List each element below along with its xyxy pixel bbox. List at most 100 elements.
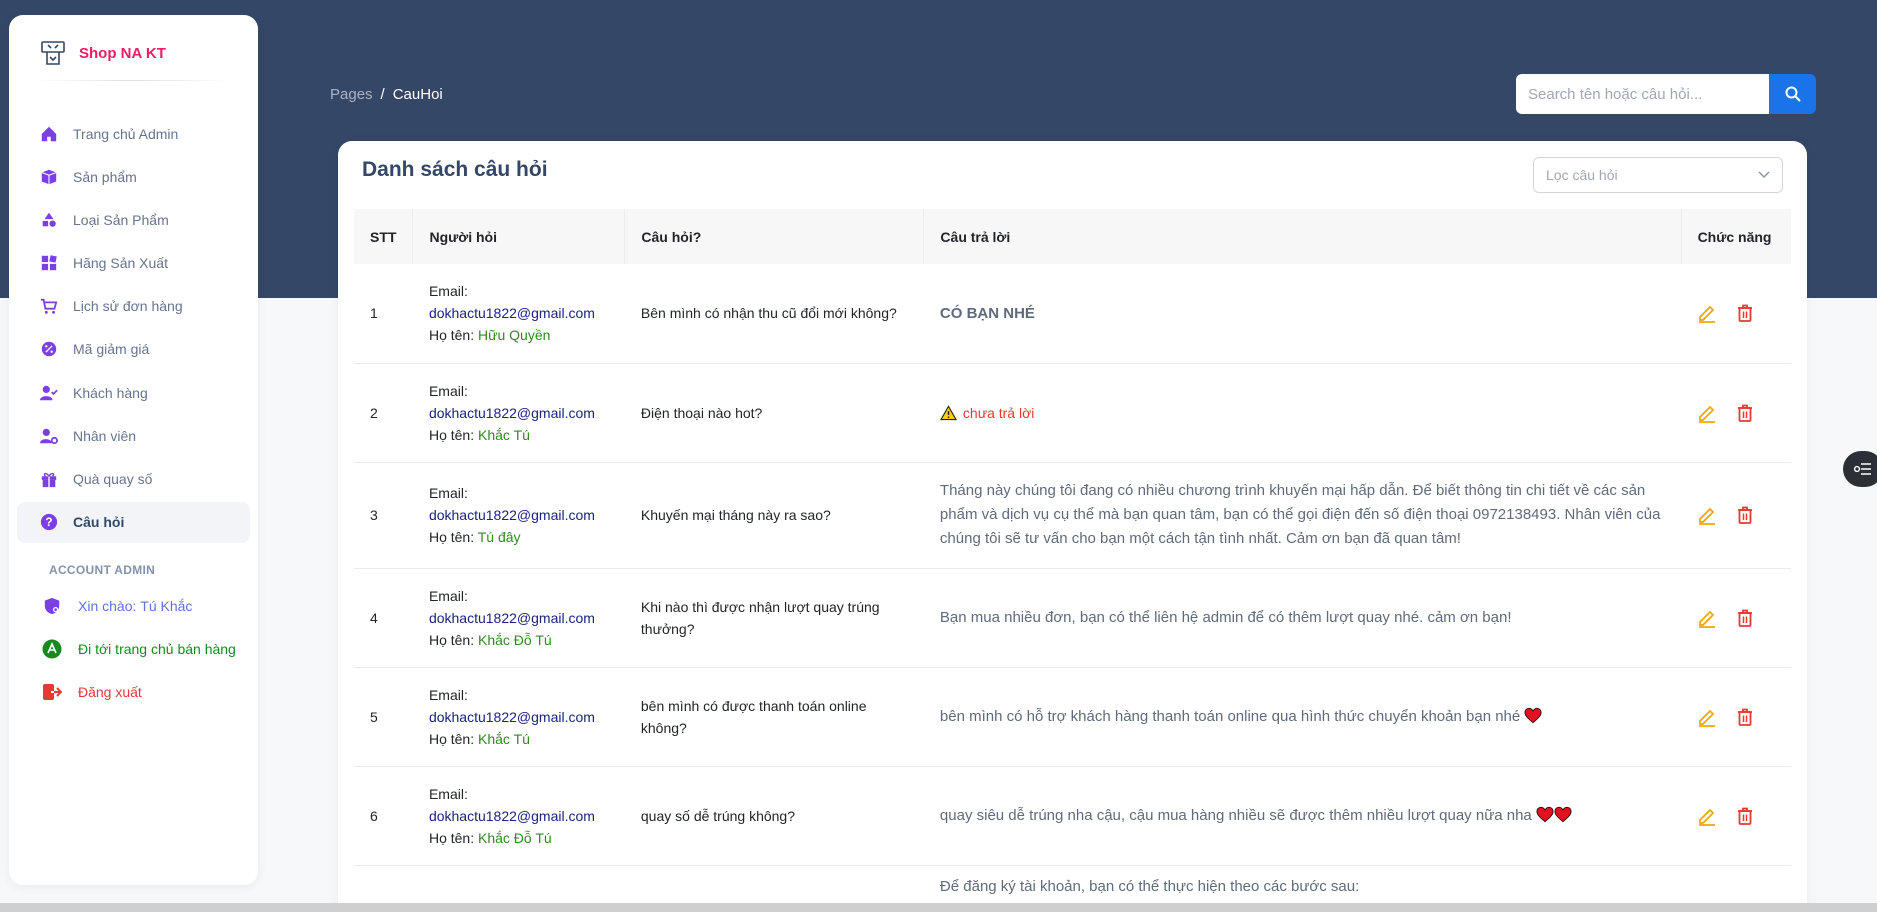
sidebar-item-label: Lịch sử đơn hàng bbox=[73, 298, 183, 315]
table-row: 6 Email: dokhactu1822@gmail.com Họ tên: Khắ… bbox=[354, 766, 1791, 866]
cell-actions bbox=[1681, 363, 1791, 463]
breadcrumb-current: CauHoi bbox=[392, 86, 443, 103]
answer-text: CÓ BẠN NHÉ bbox=[939, 304, 1035, 322]
question-filter-select[interactable]: Lọc câu hỏi bbox=[1533, 157, 1783, 193]
edit-icon[interactable] bbox=[1697, 707, 1717, 727]
name-label: Họ tên: bbox=[428, 829, 478, 846]
sidebar-item-greeting[interactable]: Xin chào: Tú Khắc bbox=[17, 585, 250, 626]
delete-icon[interactable] bbox=[1735, 403, 1755, 423]
cart-icon bbox=[39, 296, 59, 316]
delete-icon[interactable] bbox=[1735, 303, 1755, 323]
edit-icon[interactable] bbox=[1697, 608, 1717, 628]
breadcrumb-pages[interactable]: Pages bbox=[330, 86, 373, 103]
sidebar-item-questions[interactable]: ? Câu hỏi bbox=[17, 501, 250, 543]
account-section-title: ACCOUNT ADMIN bbox=[49, 563, 156, 577]
delete-icon[interactable] bbox=[1735, 707, 1755, 727]
column-header-stt: STT bbox=[354, 209, 414, 264]
sidebar-item-discounts[interactable]: Mã giảm giá bbox=[17, 329, 250, 370]
sidebar-item-go-to-store[interactable]: Đi tới trang chủ bán hàng bbox=[17, 628, 250, 669]
name-label: Họ tên: bbox=[428, 529, 478, 545]
store-link-label: Đi tới trang chủ bán hàng bbox=[78, 640, 236, 657]
page-title: Danh sách câu hỏi bbox=[362, 158, 548, 181]
shop-logo-icon bbox=[41, 41, 65, 65]
svg-text:?: ? bbox=[45, 516, 52, 529]
sidebar-item-staff[interactable]: Nhân viên bbox=[17, 415, 250, 456]
breadcrumb-separator: / bbox=[380, 86, 385, 103]
sidebar-item-manufacturers[interactable]: Hãng Sản Xuất bbox=[17, 243, 250, 284]
user-email: dokhactu1822@gmail.com bbox=[428, 507, 595, 523]
sidebar-item-products[interactable]: Sản phẩm bbox=[17, 156, 250, 197]
cell-answer: quay siêu dễ trúng nha cậu, cậu mua hàng… bbox=[923, 766, 1682, 866]
sidebar-item-customers[interactable]: Khách hàng bbox=[17, 372, 250, 413]
delete-icon[interactable] bbox=[1735, 608, 1755, 628]
cell-user: Email: dokhactu1822@gmail.com Họ tên: Hữu … bbox=[412, 264, 625, 364]
sidebar-item-label: Câu hỏi bbox=[73, 514, 125, 531]
gift-icon bbox=[39, 469, 59, 489]
email-label: Email: bbox=[428, 785, 468, 802]
cell-answer: Tháng này chúng tôi đang có nhiều chương… bbox=[923, 462, 1682, 569]
horizontal-scrollbar[interactable] bbox=[0, 903, 1877, 912]
chevron-down-icon bbox=[1758, 171, 1770, 178]
settings-toggle-button[interactable] bbox=[1843, 451, 1877, 487]
answer-text: chưa trả lời bbox=[962, 404, 1035, 421]
sidebar-item-label: Trang chủ Admin bbox=[73, 125, 179, 142]
sidebar-item-label: Sản phẩm bbox=[73, 168, 137, 185]
answer-text: quay siêu dễ trúng nha cậu, cậu mua hàng… bbox=[939, 806, 1532, 824]
sidebar-item-categories[interactable]: Loại Sản Phẩm bbox=[17, 199, 250, 240]
user-gear-icon bbox=[39, 426, 59, 446]
breadcrumb: Pages / CauHoi bbox=[330, 86, 443, 103]
column-header-question: Câu hỏi? bbox=[624, 209, 925, 264]
cell-actions bbox=[1681, 568, 1791, 668]
cell-user: Email: dokhactu1822@gmail.com Họ tên: Khắc… bbox=[412, 363, 625, 463]
brand[interactable]: Shop NA KT bbox=[39, 35, 166, 71]
sidebar-item-admin-home[interactable]: Trang chủ Admin bbox=[17, 113, 250, 154]
question-text: bên mình có được thanh toán online không… bbox=[640, 697, 867, 736]
email-label: Email: bbox=[428, 485, 468, 501]
sidebar-item-logout[interactable]: Đăng xuất bbox=[17, 671, 250, 712]
edit-icon[interactable] bbox=[1697, 505, 1717, 525]
sidebar-item-label: Mã giảm giá bbox=[73, 341, 150, 358]
cell-user: Email: dokhactu1822@gmail.com Họ tên: Khắc… bbox=[412, 568, 625, 668]
name-label: Họ tên: bbox=[428, 730, 478, 747]
table-row: 4 Email: dokhactu1822@gmail.com Họ tên: Khắ… bbox=[354, 568, 1791, 668]
sidebar-item-label: Hãng Sản Xuất bbox=[73, 255, 168, 272]
email-label: Email: bbox=[428, 686, 468, 703]
cell-actions bbox=[1681, 766, 1791, 866]
user-email: dokhactu1822@gmail.com bbox=[428, 305, 595, 322]
sidebar-item-order-history[interactable]: Lịch sử đơn hàng bbox=[17, 286, 250, 327]
answer-text: bên mình có hỗ trợ khách hàng thanh toán… bbox=[939, 707, 1521, 725]
user-email: dokhactu1822@gmail.com bbox=[428, 609, 595, 626]
answer-text: Để đăng ký tài khoản, bạn có thể thực hi… bbox=[939, 878, 1360, 895]
edit-icon[interactable] bbox=[1697, 303, 1717, 324]
search-input[interactable] bbox=[1516, 74, 1769, 114]
delete-icon[interactable] bbox=[1735, 505, 1755, 525]
email-label: Email: bbox=[428, 382, 468, 399]
cell-answer: bên mình có hỗ trợ khách hàng thanh toán… bbox=[923, 667, 1682, 767]
edit-icon[interactable] bbox=[1697, 403, 1717, 423]
name-label: Họ tên: bbox=[428, 631, 478, 648]
sidebar: Shop NA KT Trang chủ Admin Sản phẩm Loại… bbox=[9, 15, 258, 885]
questions-table: STT Người hỏi Câu hỏi? Câu trả lời Chức … bbox=[354, 209, 1791, 912]
user-name: Tú đây bbox=[477, 529, 521, 545]
cell-actions bbox=[1681, 462, 1791, 569]
sidebar-item-lucky-draw[interactable]: Quà quay số bbox=[17, 459, 250, 500]
delete-icon[interactable] bbox=[1735, 806, 1755, 826]
cell-question: Khi nào thì được nhận lượt quay trúng th… bbox=[624, 568, 924, 668]
divider bbox=[34, 80, 233, 81]
sidebar-item-label: Nhân viên bbox=[73, 427, 137, 444]
table-header-row: STT Người hỏi Câu hỏi? Câu trả lời Chức … bbox=[354, 209, 1791, 264]
sidebar-item-label: Loại Sản Phẩm bbox=[73, 211, 169, 228]
cell-answer: Bạn mua nhiều đơn, bạn có thể liên hệ ad… bbox=[923, 568, 1682, 668]
email-label: Email: bbox=[428, 283, 468, 300]
cell-stt: 3 bbox=[354, 462, 413, 569]
edit-icon[interactable] bbox=[1697, 806, 1717, 826]
sidebar-item-label: Quà quay số bbox=[73, 471, 153, 487]
cell-user: Email: dokhactu1822@gmail.com Họ tên: Tú đ… bbox=[412, 462, 625, 569]
user-email: dokhactu1822@gmail.com bbox=[428, 404, 595, 421]
search-button[interactable] bbox=[1769, 74, 1816, 114]
cell-question: Khuyến mại tháng này ra sao? bbox=[624, 462, 924, 569]
store-icon bbox=[41, 638, 63, 660]
cell-stt: 2 bbox=[354, 363, 413, 463]
heart-icon bbox=[1554, 806, 1572, 824]
user-check-icon bbox=[39, 383, 59, 403]
